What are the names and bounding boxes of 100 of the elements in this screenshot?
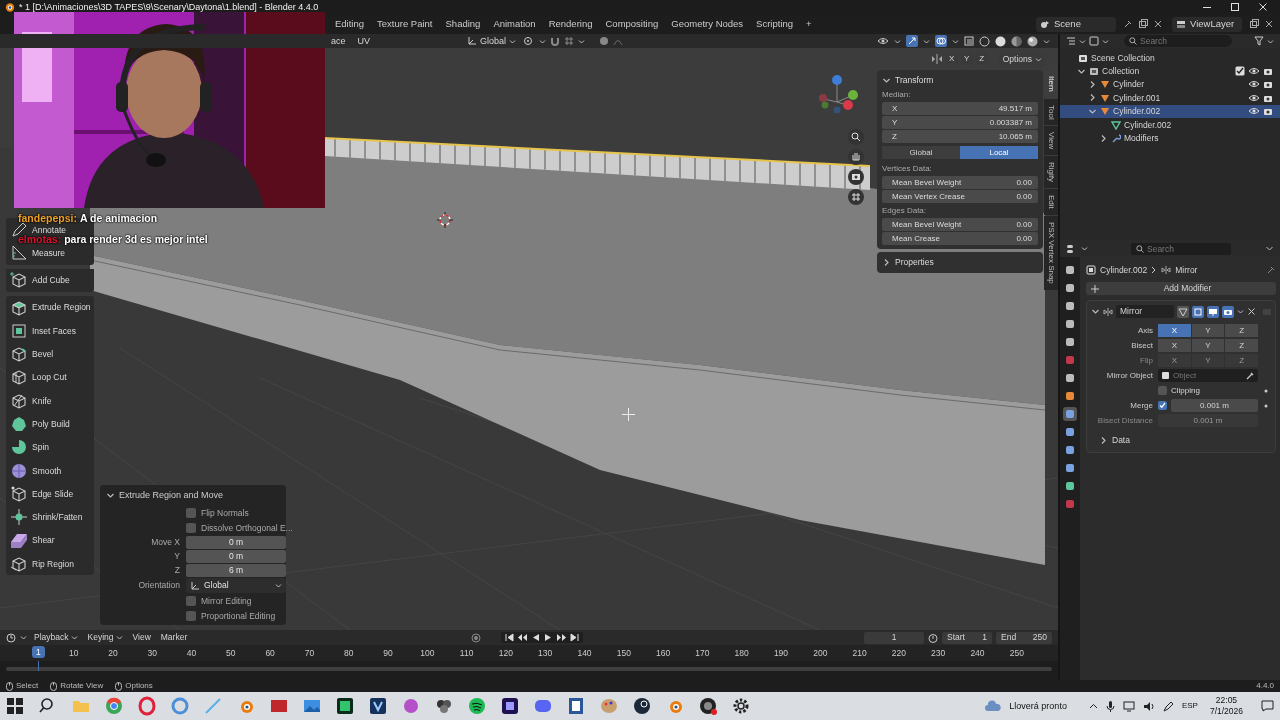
tool-button[interactable]: Knife bbox=[6, 389, 94, 413]
previous-keyframe-icon[interactable] bbox=[518, 633, 528, 642]
orientation-dropdown[interactable]: Global bbox=[464, 35, 520, 47]
gizmo-icon[interactable] bbox=[906, 35, 918, 47]
constraint-icon[interactable] bbox=[1063, 461, 1077, 475]
tool-button[interactable]: Smooth bbox=[6, 458, 94, 483]
menu-dropdown[interactable]: Keying bbox=[84, 632, 126, 643]
object-field[interactable]: Object bbox=[1158, 369, 1258, 382]
workspace-tab[interactable]: Geometry Nodes bbox=[665, 15, 750, 33]
settings-icon[interactable] bbox=[731, 696, 751, 716]
filter-icon[interactable] bbox=[1254, 36, 1264, 46]
camera-icon[interactable] bbox=[1261, 66, 1275, 77]
scene-selector[interactable]: Scene bbox=[1036, 16, 1116, 32]
tool-button[interactable]: Bevel bbox=[6, 342, 94, 366]
checkbox[interactable] bbox=[1158, 386, 1167, 395]
panel-header[interactable]: Transform bbox=[882, 74, 1038, 87]
clock-date[interactable]: 7/1/2026 bbox=[1209, 706, 1243, 717]
panel-header[interactable]: Extrude Region and Move bbox=[106, 488, 224, 502]
snap-magnet-icon[interactable] bbox=[550, 36, 561, 46]
camera-icon[interactable] bbox=[848, 169, 864, 185]
caret-icon[interactable] bbox=[1265, 244, 1274, 253]
pin-icon[interactable] bbox=[1266, 265, 1276, 275]
vertex-mesh-icon[interactable] bbox=[1177, 305, 1189, 318]
scene-icon[interactable] bbox=[1063, 335, 1077, 349]
proportional-edit-icon[interactable] bbox=[599, 36, 610, 46]
tool-button[interactable]: Extrude Region bbox=[6, 295, 94, 320]
particles-icon[interactable] bbox=[1063, 425, 1077, 439]
number-field[interactable]: 6 m bbox=[186, 564, 286, 577]
sidebar-tab[interactable]: Rigify bbox=[1044, 156, 1058, 189]
mesh-data-icon[interactable] bbox=[1063, 479, 1077, 493]
keyframe-dot-icon[interactable] bbox=[1263, 387, 1269, 394]
value-field[interactable]: X 49.517 m bbox=[882, 102, 1038, 115]
camera-icon[interactable] bbox=[1261, 79, 1275, 90]
checkbox[interactable] bbox=[1158, 401, 1167, 410]
end-frame-field[interactable]: End 250 bbox=[996, 631, 1052, 644]
tool-icon[interactable] bbox=[1063, 263, 1077, 277]
clock-editor-icon[interactable] bbox=[6, 632, 16, 643]
number-field[interactable]: 0 m bbox=[186, 536, 286, 549]
display-mode-icon[interactable] bbox=[1089, 36, 1099, 46]
microphone-icon[interactable] bbox=[1105, 700, 1115, 712]
weather-text[interactable]: Lloverá pronto bbox=[1009, 700, 1067, 712]
panel-header[interactable]: Data bbox=[1091, 433, 1130, 447]
view-layer-icon[interactable] bbox=[1063, 317, 1077, 331]
search-field[interactable]: Search bbox=[1124, 35, 1232, 47]
tool-button[interactable]: Shear bbox=[6, 528, 94, 553]
workspace-tab[interactable]: Editing bbox=[329, 15, 371, 33]
wireframe-shading-icon[interactable] bbox=[979, 35, 990, 47]
browser-icon[interactable] bbox=[104, 696, 124, 716]
workspace-tab[interactable]: Texture Paint bbox=[371, 15, 439, 33]
eye-icon[interactable] bbox=[1247, 79, 1261, 90]
jump-start-icon[interactable] bbox=[505, 633, 515, 642]
axis-toggle[interactable]: X bbox=[1158, 324, 1191, 337]
breadcrumb-item[interactable]: Mirror bbox=[1175, 264, 1198, 276]
tool-button[interactable]: Loop Cut bbox=[6, 365, 94, 390]
outliner-item[interactable]: Scene Collection bbox=[1066, 51, 1275, 65]
copy-icon[interactable] bbox=[1138, 19, 1148, 29]
stopwatch-icon[interactable] bbox=[928, 632, 938, 643]
view-layer-selector[interactable]: ViewLayer bbox=[1172, 16, 1242, 32]
playhead[interactable]: 1 bbox=[32, 646, 45, 659]
number-field[interactable]: 0 m bbox=[186, 550, 286, 563]
hand-icon[interactable] bbox=[848, 149, 864, 165]
app-icon[interactable] bbox=[335, 696, 355, 716]
workspace-tab[interactable]: Shading bbox=[439, 15, 487, 33]
collection-icon[interactable] bbox=[1063, 371, 1077, 385]
axis-toggle[interactable]: Y bbox=[1191, 324, 1225, 337]
input-language[interactable]: ESP bbox=[1181, 701, 1198, 711]
edit-mode-icon[interactable] bbox=[1192, 305, 1204, 318]
add-modifier-button[interactable]: Add Modifier bbox=[1086, 282, 1276, 295]
outliner-item[interactable]: Modifiers bbox=[1099, 131, 1275, 145]
next-keyframe-icon[interactable] bbox=[557, 633, 567, 642]
workspace-tab[interactable]: Animation bbox=[487, 15, 542, 33]
music-app-icon[interactable] bbox=[467, 696, 487, 716]
start-frame-field[interactable]: Start 1 bbox=[942, 631, 992, 644]
network-icon[interactable] bbox=[1122, 700, 1135, 712]
chevron-up-icon[interactable] bbox=[1088, 701, 1098, 711]
rendered-shading-icon[interactable] bbox=[1027, 35, 1038, 47]
value-field[interactable]: Y 0.003387 m bbox=[882, 116, 1038, 129]
axis-toggle[interactable]: X bbox=[1158, 339, 1191, 352]
current-frame-field[interactable]: 1 bbox=[864, 631, 924, 644]
modifier-name-field[interactable]: Mirror bbox=[1116, 305, 1174, 318]
outliner-item[interactable]: Cylinder.002 bbox=[1099, 117, 1275, 132]
workspace-tab[interactable]: Scripting bbox=[750, 15, 800, 33]
outliner-item[interactable]: Cylinder.001 bbox=[1088, 91, 1247, 105]
copy-icon[interactable] bbox=[1249, 19, 1259, 29]
tool-button[interactable]: Rip Region bbox=[6, 552, 94, 576]
keyframe-dot-icon[interactable] bbox=[1263, 402, 1269, 409]
sidebar-tab[interactable]: Edit bbox=[1044, 189, 1058, 216]
grid-icon[interactable] bbox=[848, 189, 864, 205]
sidebar-tab[interactable]: View bbox=[1044, 126, 1058, 156]
record-icon[interactable] bbox=[471, 632, 482, 643]
tool-button[interactable]: Inset Faces bbox=[6, 319, 94, 343]
search-field[interactable]: Search bbox=[1131, 242, 1231, 255]
outliner-item[interactable]: Cylinder bbox=[1088, 77, 1247, 92]
tool-button[interactable]: Shrink/Fatten bbox=[6, 505, 94, 529]
material-shading-icon[interactable] bbox=[1011, 35, 1022, 47]
clock-time[interactable]: 22:05 bbox=[1215, 695, 1238, 706]
overlay-icon[interactable] bbox=[935, 35, 947, 47]
camera-icon[interactable] bbox=[1222, 305, 1234, 318]
tool-button[interactable]: Edge Slide bbox=[6, 482, 94, 506]
checkbox[interactable] bbox=[1233, 66, 1247, 77]
